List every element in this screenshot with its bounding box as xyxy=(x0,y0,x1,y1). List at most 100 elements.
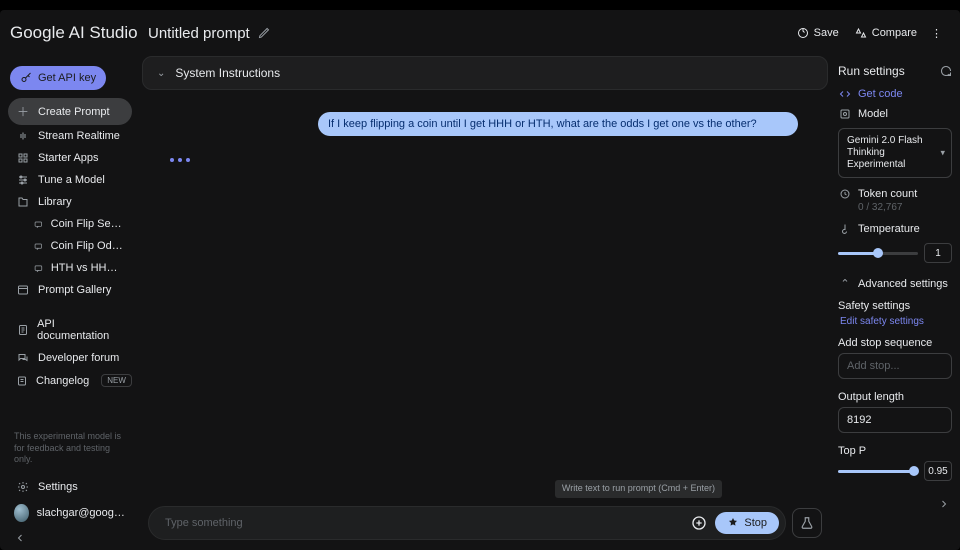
top-p-label: Top P xyxy=(838,445,952,457)
chat-icon xyxy=(34,263,43,274)
apps-icon xyxy=(16,152,30,164)
library-item[interactable]: Coin Flip Odds: HHH v... xyxy=(8,235,132,257)
wave-icon xyxy=(16,130,30,142)
conversation-area: If I keep flipping a coin until I get HH… xyxy=(142,98,828,506)
get-api-key-button[interactable]: Get API key xyxy=(10,66,106,90)
library-item-label: Coin Flip Odds: HHH v... xyxy=(51,240,124,252)
topbar: Google AI Studio Untitled prompt Save Co… xyxy=(0,10,960,56)
token-count-value: 0 / 32,767 xyxy=(858,202,952,213)
add-attachment-button[interactable] xyxy=(687,511,711,535)
output-length-label: Output length xyxy=(838,391,952,403)
nav-stream-realtime[interactable]: Stream Realtime xyxy=(8,125,132,147)
temperature-value[interactable]: 1 xyxy=(924,243,952,263)
typing-indicator xyxy=(170,158,814,162)
chevron-up-icon[interactable]: ⌃ xyxy=(838,277,852,290)
stop-sequence-input[interactable] xyxy=(838,353,952,379)
nav-label: Library xyxy=(38,196,72,208)
token-count-label: Token count xyxy=(858,188,917,200)
expand-right-button[interactable] xyxy=(938,498,950,510)
nav-developer-forum[interactable]: Developer forum xyxy=(8,347,132,369)
sidebar: Get API key ＋ Create Prompt Stream Realt… xyxy=(0,56,138,550)
prompt-title-text: Untitled prompt xyxy=(148,25,250,42)
stop-button[interactable]: Stop xyxy=(715,512,779,534)
compare-icon xyxy=(855,27,867,39)
save-label: Save xyxy=(814,27,839,39)
token-icon xyxy=(838,188,852,200)
brand-title: Google AI Studio xyxy=(10,23,138,43)
nav-tune-model[interactable]: Tune a Model xyxy=(8,169,132,191)
gear-icon xyxy=(16,481,30,493)
reset-button[interactable] xyxy=(940,65,952,77)
stop-label: Stop xyxy=(744,517,767,529)
tune-icon xyxy=(16,174,30,186)
system-instructions-label: System Instructions xyxy=(175,66,280,80)
system-instructions-toggle[interactable]: ⌄ System Instructions xyxy=(142,56,828,90)
stop-icon xyxy=(727,517,739,529)
nav-label: Stream Realtime xyxy=(38,130,120,142)
doc-icon xyxy=(16,324,29,336)
run-settings-title: Run settings xyxy=(838,64,905,78)
api-key-label: Get API key xyxy=(38,72,96,84)
tool-button[interactable] xyxy=(792,508,822,538)
nav-create-prompt[interactable]: ＋ Create Prompt xyxy=(8,98,132,125)
chevron-down-icon: ⌄ xyxy=(157,68,165,79)
user-email: slachgar@google.com xyxy=(37,507,126,519)
nav-prompt-gallery[interactable]: Prompt Gallery xyxy=(8,279,132,301)
stop-sequence-label: Add stop sequence xyxy=(838,337,952,349)
overflow-menu-button[interactable]: ⋮ xyxy=(925,23,948,44)
get-code-link[interactable]: Get code xyxy=(858,88,903,100)
nav-changelog[interactable]: Changelog NEW xyxy=(8,369,132,392)
run-tooltip: Write text to run prompt (Cmd + Enter) xyxy=(555,480,722,498)
library-item[interactable]: Coin Flip Sequence Pr... xyxy=(8,213,132,235)
changelog-icon xyxy=(16,375,28,387)
disclaimer-text: This experimental model is for feedback … xyxy=(12,425,128,476)
user-row[interactable]: slachgar@google.com xyxy=(12,498,128,528)
model-icon xyxy=(838,108,852,120)
edit-icon[interactable] xyxy=(258,27,270,39)
kebab-icon: ⋮ xyxy=(931,27,942,40)
nav-api-docs[interactable]: API documentation xyxy=(8,313,132,347)
output-length-input[interactable] xyxy=(838,407,952,433)
model-select[interactable]: Gemini 2.0 Flash Thinking Experimental xyxy=(838,128,952,178)
chat-icon xyxy=(34,241,43,252)
save-icon xyxy=(797,27,809,39)
safety-settings-label: Safety settings xyxy=(838,300,952,312)
temperature-label: Temperature xyxy=(858,223,920,235)
nav-library[interactable]: Library xyxy=(8,191,132,213)
plus-circle-icon xyxy=(691,515,707,531)
nav-label: Tune a Model xyxy=(38,174,105,186)
nav-label: API documentation xyxy=(37,318,124,342)
nav-label: Starter Apps xyxy=(38,152,99,164)
nav-label: Create Prompt xyxy=(38,106,110,118)
gallery-icon xyxy=(16,284,30,296)
nav-settings[interactable]: Settings xyxy=(12,476,128,498)
prompt-input-container: Stop xyxy=(148,506,786,540)
code-icon xyxy=(838,88,852,100)
avatar xyxy=(14,504,29,522)
collapse-sidebar-button[interactable] xyxy=(14,532,26,544)
nav-label: Developer forum xyxy=(38,352,119,364)
compare-label: Compare xyxy=(872,27,917,39)
model-label: Model xyxy=(858,108,888,120)
library-item[interactable]: HTH vs HHH Coin Flips xyxy=(8,257,132,279)
forum-icon xyxy=(16,352,30,364)
chat-icon xyxy=(34,219,43,230)
top-p-slider[interactable] xyxy=(838,470,918,473)
temperature-slider[interactable] xyxy=(838,252,918,255)
compare-button[interactable]: Compare xyxy=(847,23,925,43)
library-item-label: Coin Flip Sequence Pr... xyxy=(51,218,124,230)
plus-icon: ＋ xyxy=(16,103,30,120)
nav-starter-apps[interactable]: Starter Apps xyxy=(8,147,132,169)
prompt-input[interactable] xyxy=(163,516,687,530)
nav-label: Prompt Gallery xyxy=(38,284,111,296)
edit-safety-link[interactable]: Edit safety settings xyxy=(838,316,952,327)
user-message-bubble: If I keep flipping a coin until I get HH… xyxy=(318,112,798,136)
top-p-value[interactable]: 0.95 xyxy=(924,461,952,481)
nav-label: Changelog xyxy=(36,375,89,387)
run-settings-panel: Run settings Get code Model Gemini 2.0 F… xyxy=(832,56,960,550)
library-item-label: HTH vs HHH Coin Flips xyxy=(51,262,124,274)
settings-label: Settings xyxy=(38,481,78,493)
save-button[interactable]: Save xyxy=(789,23,847,43)
prompt-title: Untitled prompt xyxy=(148,25,270,42)
advanced-settings-label[interactable]: Advanced settings xyxy=(858,278,948,290)
